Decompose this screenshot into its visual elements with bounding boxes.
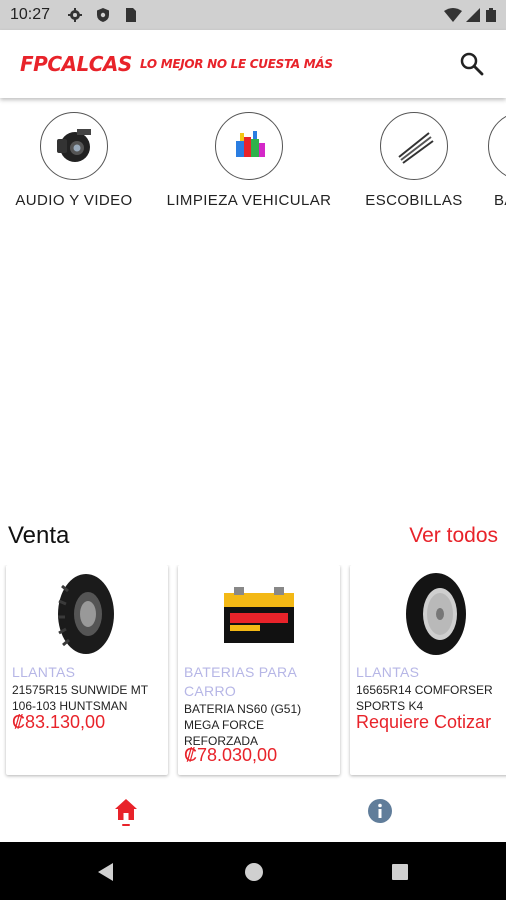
tire-icon (58, 574, 114, 654)
recents-icon[interactable] (391, 863, 409, 881)
product-price: ₡78.030,00 (184, 745, 278, 765)
battery-icon (486, 8, 496, 22)
product-name: BATERIA NS60 (G51) MEGA FORCE REFORZADA (184, 702, 302, 748)
product-card[interactable]: LLANTAS 21575R15 SUNWIDE MT 106-103 HUNT… (6, 565, 168, 775)
system-navigation-bar (0, 842, 506, 900)
category-circle (40, 112, 108, 180)
product-card[interactable]: LLANTAS 16565R14 COMFORSER SPORTS K4 Req… (350, 565, 506, 775)
wiper-blades-icon (398, 132, 434, 164)
product-carousel[interactable]: LLANTAS 21575R15 SUNWIDE MT 106-103 HUNT… (0, 565, 506, 780)
status-time: 10:27 (10, 6, 51, 23)
app-bar: FPCALCAS LO MEJOR NO LE CUESTA MÁS (0, 30, 506, 98)
product-price: Requiere Cotizar (356, 712, 492, 732)
tire-icon (406, 573, 466, 655)
home-circle-icon[interactable] (243, 861, 265, 883)
gear-icon (68, 8, 82, 22)
product-card[interactable]: BATERIAS PARA CARRO BATERIA NS60 (G51) M… (178, 565, 340, 775)
home-icon[interactable] (114, 798, 138, 826)
product-category: LLANTAS (12, 664, 76, 680)
wifi-icon (444, 8, 462, 22)
category-limpieza-vehicular[interactable]: LIMPIEZA VEHICULAR (158, 112, 340, 209)
product-name: 16565R14 COMFORSER SPORTS K4 (356, 683, 493, 713)
category-label: ESCOBILLAS (365, 192, 463, 209)
bottom-navigation (0, 790, 506, 842)
section-title: Venta (8, 522, 70, 549)
shield-icon (97, 8, 109, 22)
category-circle (215, 112, 283, 180)
product-name: 21575R15 SUNWIDE MT 106-103 HUNTSMAN (12, 683, 148, 713)
category-circle (380, 112, 448, 180)
search-icon[interactable] (458, 50, 486, 78)
back-icon[interactable] (96, 862, 116, 882)
camera-icon (57, 129, 91, 162)
product-category: LLANTAS (356, 664, 420, 680)
product-price: ₡83.130,00 (12, 712, 106, 732)
brand-slogan: LO MEJOR NO LE CUESTA MÁS (140, 57, 333, 71)
category-label: AUDIO Y VIDEO (15, 192, 133, 209)
view-all-link[interactable]: Ver todos (409, 524, 498, 548)
category-carousel[interactable]: AUDIO Y VIDEO LIMPIEZA VEHICULAR ESCOBIL… (0, 112, 506, 222)
car-battery-icon (224, 587, 294, 643)
brand-logo[interactable]: FPCALCAS (20, 52, 132, 76)
sim-card-icon (126, 8, 136, 22)
category-baterias[interactable]: BA (488, 112, 506, 209)
category-escobillas[interactable]: ESCOBILLAS (358, 112, 470, 209)
status-bar: 10:27 (0, 0, 506, 30)
product-category: BATERIAS PARA CARRO (184, 664, 297, 699)
category-label: BA (494, 192, 506, 209)
category-audio-video[interactable]: AUDIO Y VIDEO (10, 112, 138, 209)
signal-icon (466, 8, 480, 22)
category-label: LIMPIEZA VEHICULAR (166, 192, 332, 209)
cleaning-products-icon (236, 131, 265, 157)
info-icon[interactable] (367, 798, 393, 824)
category-circle (488, 112, 506, 180)
